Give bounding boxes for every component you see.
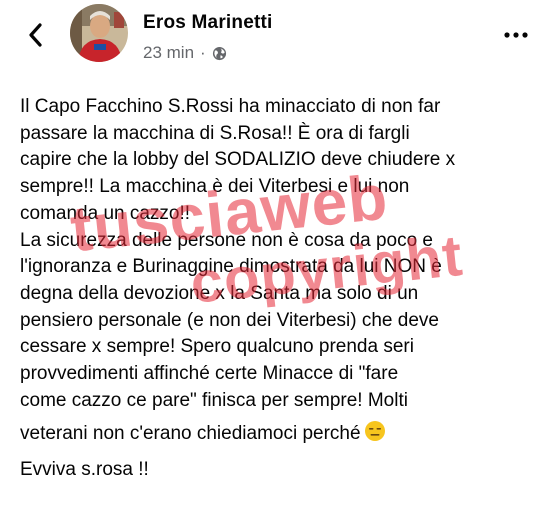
post-line: provvedimenti affinché certe Minacce di … [20,363,399,385]
post-header: Eros Marinetti 23 min · [0,0,550,80]
chevron-left-icon [29,23,42,47]
post-line: degna della devozione x la Santa ma solo… [20,282,419,304]
post-line-with-emoji: veterani non c'erano chiediamoci perché [20,420,540,451]
post-line: l'ignoranza e Burinaggine dimostrata da … [20,256,442,278]
post-line: cessare x sempre! Spero qualcuno prenda … [20,336,414,358]
post-line: veterani non c'erano chiediamoci perché [20,423,361,445]
post-line: Il Capo Facchino S.Rossi ha minacciato d… [20,96,441,117]
expressionless-face-icon [364,420,386,451]
post-body: Il Capo Facchino S.Rossi ha minacciato d… [20,94,540,484]
post-line: sempre!! La macchina è dei Viterbesi e l… [20,176,410,198]
post-line: Evviva s.rosa !! [20,459,149,481]
author-name[interactable]: Eros Marinetti [143,12,273,34]
back-button[interactable] [22,22,48,48]
post-line: come cazzo ce pare" finisca per sempre! … [20,389,408,411]
post-line: comanda un cazzo!! [20,202,191,224]
avatar[interactable] [70,4,128,62]
more-options-button[interactable] [501,28,531,42]
more-dots-icon [504,32,528,38]
post-line: pensiero personale (e non dei Viterbesi)… [20,309,439,331]
post-line: capire che la lobby del SODALIZIO deve c… [20,149,456,171]
post-line: La sicurezza delle persone non è cosa da… [20,229,433,251]
globe-icon [212,46,226,60]
meta-separator: · [200,43,206,62]
timestamp[interactable]: 23 min [143,43,194,63]
post-line: passare la macchina di S.Rosa!! È ora di… [20,122,410,144]
post-meta: 23 min · [143,43,227,63]
